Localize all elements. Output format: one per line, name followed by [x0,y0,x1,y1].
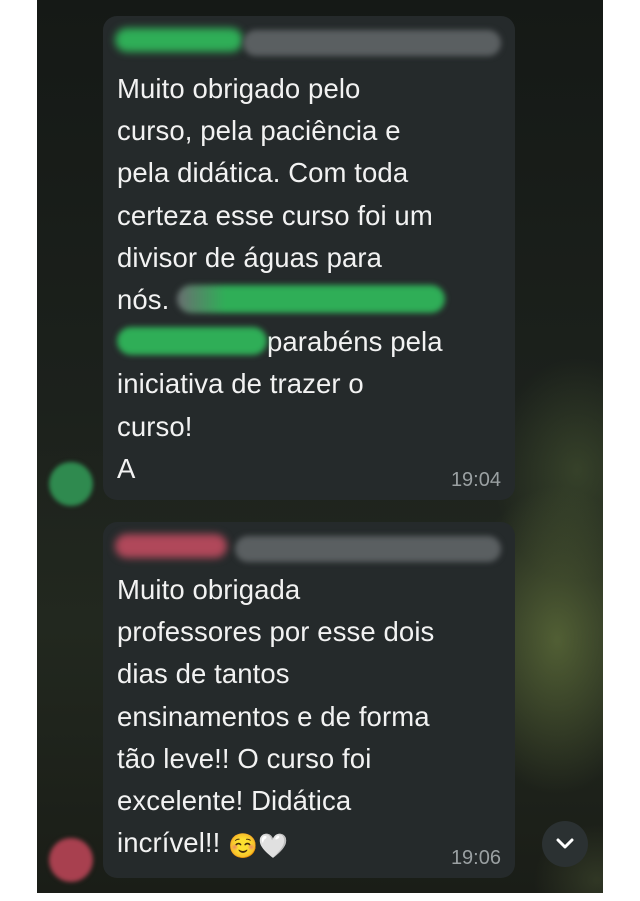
mention-redacted [117,327,267,356]
sender-name-redacted [115,28,243,52]
message-text-1: Muito obrigado pelo curso, pela paciênci… [117,68,505,490]
message-time: 19:04 [450,469,501,491]
chevron-down-icon [556,838,574,849]
white-heart-emoji: 🤍 [258,833,289,861]
sender-avatar[interactable] [49,838,93,882]
sender-phone-redacted [235,536,501,562]
message-time: 19:06 [450,847,501,869]
mention-redacted [177,285,446,314]
scroll-down-button[interactable] [542,821,588,867]
message-bubble-2[interactable]: Muito obrigada professores por esse dois… [103,522,515,878]
message-text-2: Muito obrigada professores por esse dois… [117,574,435,861]
sender-avatar[interactable] [49,462,93,506]
message-bubble-1[interactable]: Muito obrigado pelo curso, pela paciênci… [103,16,515,500]
sender-name-redacted [115,534,227,558]
chat-background: Muito obrigado pelo curso, pela paciênci… [37,0,603,893]
smiling-face-emoji: ☺️ [228,833,259,861]
sender-phone-redacted [243,30,501,56]
